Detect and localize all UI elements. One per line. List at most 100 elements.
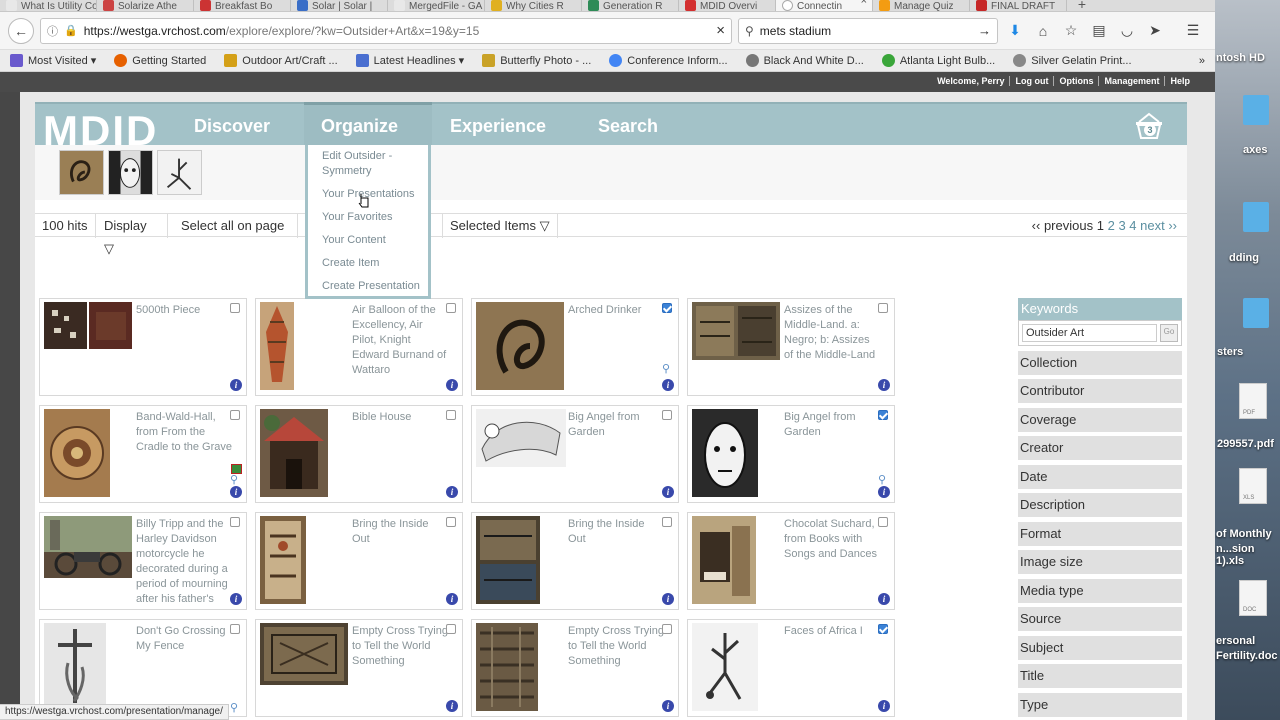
- browser-tab[interactable]: Breakfast Bo: [194, 0, 291, 11]
- bookmark-item[interactable]: Outdoor Art/Craft ...: [224, 54, 338, 67]
- new-tab-button[interactable]: +: [1067, 0, 1097, 11]
- record-card[interactable]: Empty Cross Trying to Tell the World Som…: [471, 619, 679, 717]
- back-button[interactable]: ←: [8, 17, 34, 44]
- record-thumbnail[interactable]: [692, 516, 756, 604]
- bookmark-item[interactable]: Black And White D...: [745, 54, 864, 67]
- record-card[interactable]: Big Angel from Garden i: [471, 405, 679, 503]
- selected-items-dropdown[interactable]: Selected Items ▽: [442, 214, 558, 238]
- record-title[interactable]: Faces of Africa I: [784, 624, 880, 639]
- download-icon[interactable]: ⬇: [1004, 20, 1026, 42]
- desktop-folder-icon[interactable]: [1243, 95, 1269, 125]
- search-bar[interactable]: ⚲ mets stadium →: [738, 17, 998, 44]
- search-go-icon[interactable]: →: [978, 23, 991, 38]
- bookmark-item[interactable]: Getting Started: [114, 54, 206, 67]
- record-checkbox[interactable]: [662, 624, 672, 634]
- zoom-icon[interactable]: ⚲: [662, 363, 674, 375]
- record-info-icon[interactable]: i: [230, 486, 242, 498]
- facet-coverage[interactable]: Coverage: [1018, 407, 1182, 432]
- bookmark-item[interactable]: Atlanta Light Bulb...: [881, 54, 995, 67]
- desktop-doc-icon[interactable]: DOC: [1239, 580, 1267, 616]
- record-title[interactable]: Empty Cross Trying to Tell the World Som…: [352, 624, 448, 669]
- add-to-basket-icon[interactable]: [231, 464, 242, 474]
- record-checkbox[interactable]: [230, 624, 240, 634]
- record-card[interactable]: Arched Drinker ⚲ i: [471, 298, 679, 396]
- selected-thumbnail[interactable]: [157, 150, 202, 195]
- browser-tab[interactable]: Solar | Solar |: [291, 0, 388, 11]
- record-thumbnail[interactable]: [44, 623, 106, 711]
- record-title[interactable]: Bible House: [352, 410, 448, 425]
- facet-contributor[interactable]: Contributor: [1018, 379, 1182, 403]
- record-info-icon[interactable]: i: [662, 379, 674, 391]
- record-title[interactable]: 5000th Piece: [136, 303, 232, 318]
- record-title[interactable]: Air Balloon of the Excellency, Air Pilot…: [352, 303, 448, 378]
- record-thumbnail[interactable]: [476, 302, 564, 390]
- basket-button[interactable]: 3: [1133, 112, 1165, 140]
- record-title[interactable]: Assizes of the Middle-Land. a: Negro; b:…: [784, 303, 880, 363]
- site-logo[interactable]: MDID: [43, 110, 158, 147]
- record-title[interactable]: Chocolat Suchard, from Books with Songs …: [784, 517, 880, 562]
- record-checkbox[interactable]: [446, 303, 456, 313]
- record-card[interactable]: Chocolat Suchard, from Books with Songs …: [687, 512, 895, 610]
- record-checkbox[interactable]: [230, 410, 240, 420]
- desktop-pdf-icon[interactable]: PDF: [1239, 383, 1267, 419]
- record-info-icon[interactable]: i: [662, 700, 674, 712]
- record-info-icon[interactable]: i: [878, 379, 890, 391]
- record-title[interactable]: Big Angel from Garden: [568, 410, 664, 440]
- selected-thumbnail[interactable]: [59, 150, 104, 195]
- zoom-icon[interactable]: ⚲: [230, 474, 242, 486]
- selected-thumbnail[interactable]: [108, 150, 153, 195]
- record-info-icon[interactable]: i: [878, 486, 890, 498]
- browser-tab[interactable]: MDID Overvi: [679, 0, 776, 11]
- record-thumbnail[interactable]: [44, 302, 132, 349]
- facet-format[interactable]: Format: [1018, 521, 1182, 546]
- browser-tab-active[interactable]: Connectin ×: [776, 0, 873, 11]
- record-info-icon[interactable]: i: [446, 593, 458, 605]
- record-checkbox[interactable]: [878, 303, 888, 313]
- record-thumbnail[interactable]: [692, 409, 758, 497]
- previous-link[interactable]: ‹‹ previous: [1032, 218, 1093, 233]
- menu-item-your-content[interactable]: Your Content: [322, 233, 386, 248]
- record-title[interactable]: Bring the Inside Out: [568, 517, 664, 547]
- record-thumbnail[interactable]: [260, 302, 294, 390]
- record-thumbnail[interactable]: [260, 409, 328, 497]
- bookmark-item[interactable]: Silver Gelatin Print...: [1013, 54, 1132, 67]
- facet-image-size[interactable]: Image size: [1018, 550, 1182, 574]
- menu-item-create-item[interactable]: Create Item: [322, 256, 379, 271]
- record-card[interactable]: Empty Cross Trying to Tell the World Som…: [255, 619, 463, 717]
- nav-discover[interactable]: Discover: [194, 116, 270, 137]
- record-checkbox-checked[interactable]: [662, 303, 672, 313]
- menu-item-edit-presentation[interactable]: Edit Outsider - Symmetry: [322, 149, 412, 179]
- desktop-folder-icon[interactable]: [1243, 298, 1269, 328]
- home-icon[interactable]: ⌂: [1032, 20, 1054, 42]
- select-all-button[interactable]: Select all on page: [174, 214, 298, 238]
- record-checkbox[interactable]: [446, 517, 456, 527]
- record-card[interactable]: Assizes of the Middle-Land. a: Negro; b:…: [687, 298, 895, 396]
- browser-tab[interactable]: Manage Quiz: [873, 0, 970, 11]
- close-tab-icon[interactable]: ×: [861, 0, 867, 7]
- desktop-folder-icon[interactable]: [1243, 202, 1269, 232]
- search-input[interactable]: mets stadium: [760, 24, 972, 38]
- record-thumbnail[interactable]: [692, 302, 780, 360]
- facet-title[interactable]: Title: [1018, 664, 1182, 688]
- bookmark-item[interactable]: Most Visited ▾: [10, 54, 96, 67]
- info-icon[interactable]: ⓘ: [47, 23, 58, 39]
- display-dropdown[interactable]: Display ▽: [97, 214, 168, 256]
- menu-hamburger-icon[interactable]: ☰: [1182, 20, 1204, 42]
- options-link[interactable]: Options: [1054, 76, 1100, 86]
- menu-item-your-favorites[interactable]: Your Favorites: [322, 210, 393, 225]
- record-info-icon[interactable]: i: [878, 593, 890, 605]
- record-card[interactable]: Bring the Inside Out i: [471, 512, 679, 610]
- help-link[interactable]: Help: [1165, 76, 1195, 86]
- bookmark-star-icon[interactable]: ☆: [1060, 20, 1082, 42]
- record-checkbox[interactable]: [446, 624, 456, 634]
- page-link-3[interactable]: 3: [1118, 218, 1125, 233]
- record-card[interactable]: Air Balloon of the Excellency, Air Pilot…: [255, 298, 463, 396]
- record-thumbnail[interactable]: [476, 409, 566, 467]
- nav-organize[interactable]: Organize: [321, 116, 398, 137]
- zoom-icon[interactable]: ⚲: [230, 702, 242, 714]
- management-link[interactable]: Management: [1099, 76, 1166, 86]
- browser-tab[interactable]: Why Cities R: [485, 0, 582, 11]
- keywords-input[interactable]: Outsider Art: [1022, 324, 1157, 342]
- record-checkbox[interactable]: [878, 517, 888, 527]
- bookmarks-overflow-button[interactable]: »: [1199, 55, 1205, 67]
